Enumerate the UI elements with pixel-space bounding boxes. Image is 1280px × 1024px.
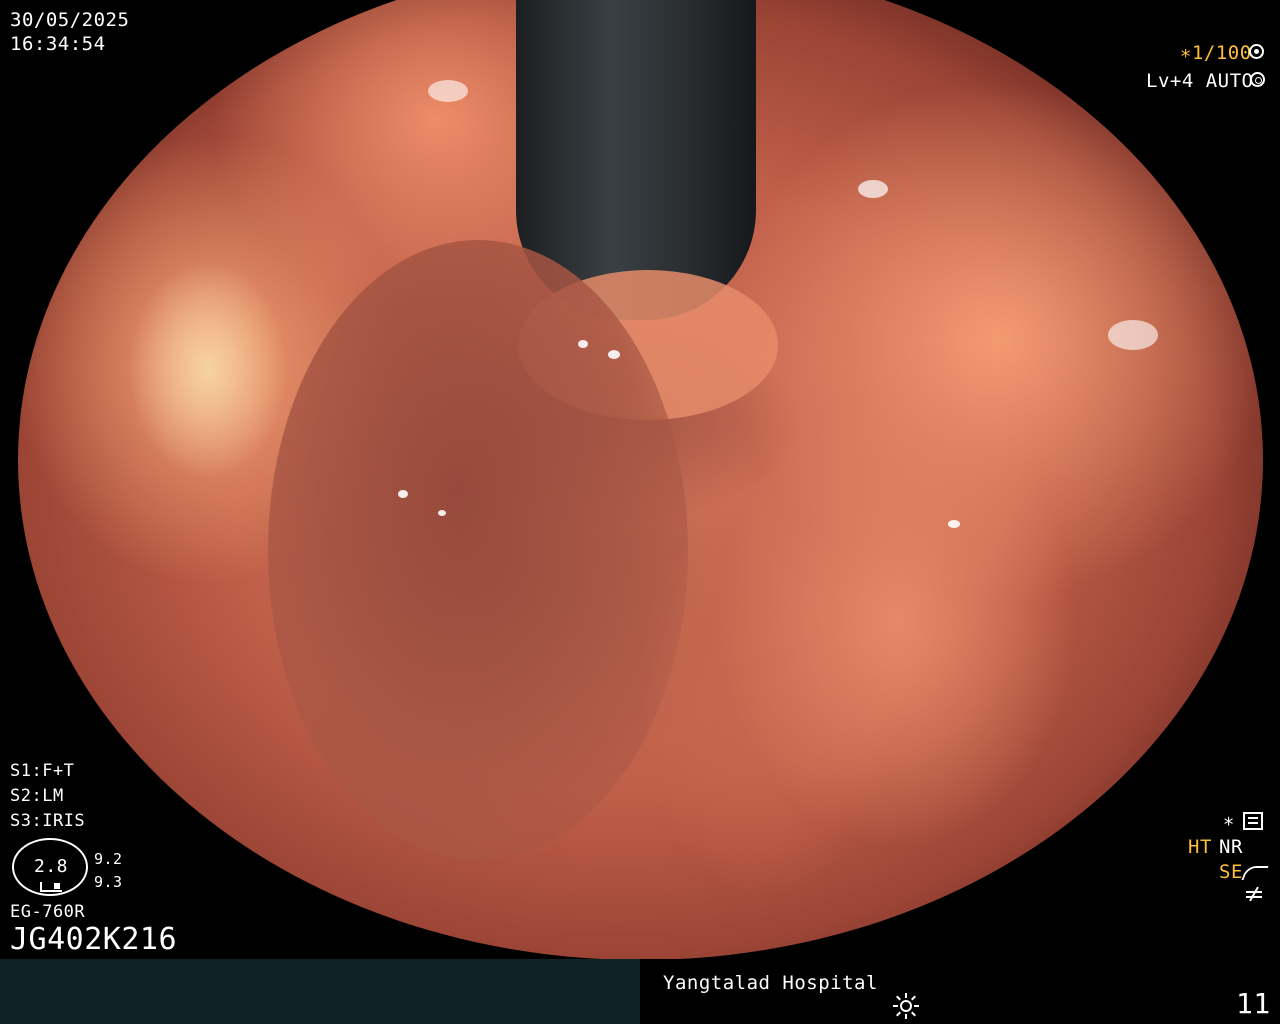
time-label: 16:34:54	[10, 33, 106, 55]
nr-indicator: NR	[1219, 836, 1243, 858]
specular-highlight	[608, 350, 620, 359]
level-auto-label: Lv+4 AUTO	[1146, 70, 1254, 92]
switch-s2: S2:LM	[10, 786, 64, 806]
se-curve-icon	[1241, 866, 1269, 880]
shutter-speed: ∗1/100	[1180, 42, 1252, 64]
switch-s1: S1:F+T	[10, 761, 75, 781]
iris-icon	[1250, 72, 1265, 87]
specular-highlight	[578, 340, 588, 348]
specular-highlight	[1038, 50, 1058, 60]
zoom-side-value-2: 9.3	[94, 873, 123, 891]
image-number: 11	[1236, 987, 1271, 1020]
zoom-mode-icon	[40, 882, 62, 892]
specular-highlight	[858, 180, 888, 198]
footer-bar: Yangtalad Hospital 11	[0, 959, 1280, 1024]
specular-highlight	[1068, 30, 1082, 40]
ht-indicator: HT	[1188, 836, 1212, 858]
se-indicator: SE	[1219, 861, 1243, 883]
switch-s3: S3:IRIS	[10, 811, 86, 831]
zoom-side-value-1: 9.2	[94, 850, 123, 868]
sun-icon	[893, 993, 919, 1019]
not-equal-icon	[1244, 886, 1266, 902]
settings-panel-icon	[1243, 812, 1263, 830]
specular-highlight	[398, 490, 408, 498]
scope-serial: JG402K216	[10, 922, 178, 957]
specular-highlight	[428, 80, 468, 102]
endoscopic-image	[18, 0, 1263, 960]
mucosal-mass	[718, 390, 1078, 850]
footer-left-panel	[0, 959, 640, 1024]
specular-highlight	[1108, 320, 1158, 350]
scope-model: EG-760R	[10, 902, 86, 922]
gastric-lumen	[268, 240, 688, 860]
enhancement-star: ∗	[1223, 810, 1235, 832]
zoom-value: 2.8	[34, 856, 69, 877]
specular-highlight	[438, 510, 446, 516]
specular-highlight	[1198, 210, 1214, 220]
date-label: 30/05/2025	[10, 9, 130, 31]
hospital-name: Yangtalad Hospital	[663, 972, 878, 994]
aperture-icon	[1249, 44, 1264, 59]
specular-highlight	[948, 520, 960, 528]
pale-mucosa-patch	[128, 260, 288, 480]
